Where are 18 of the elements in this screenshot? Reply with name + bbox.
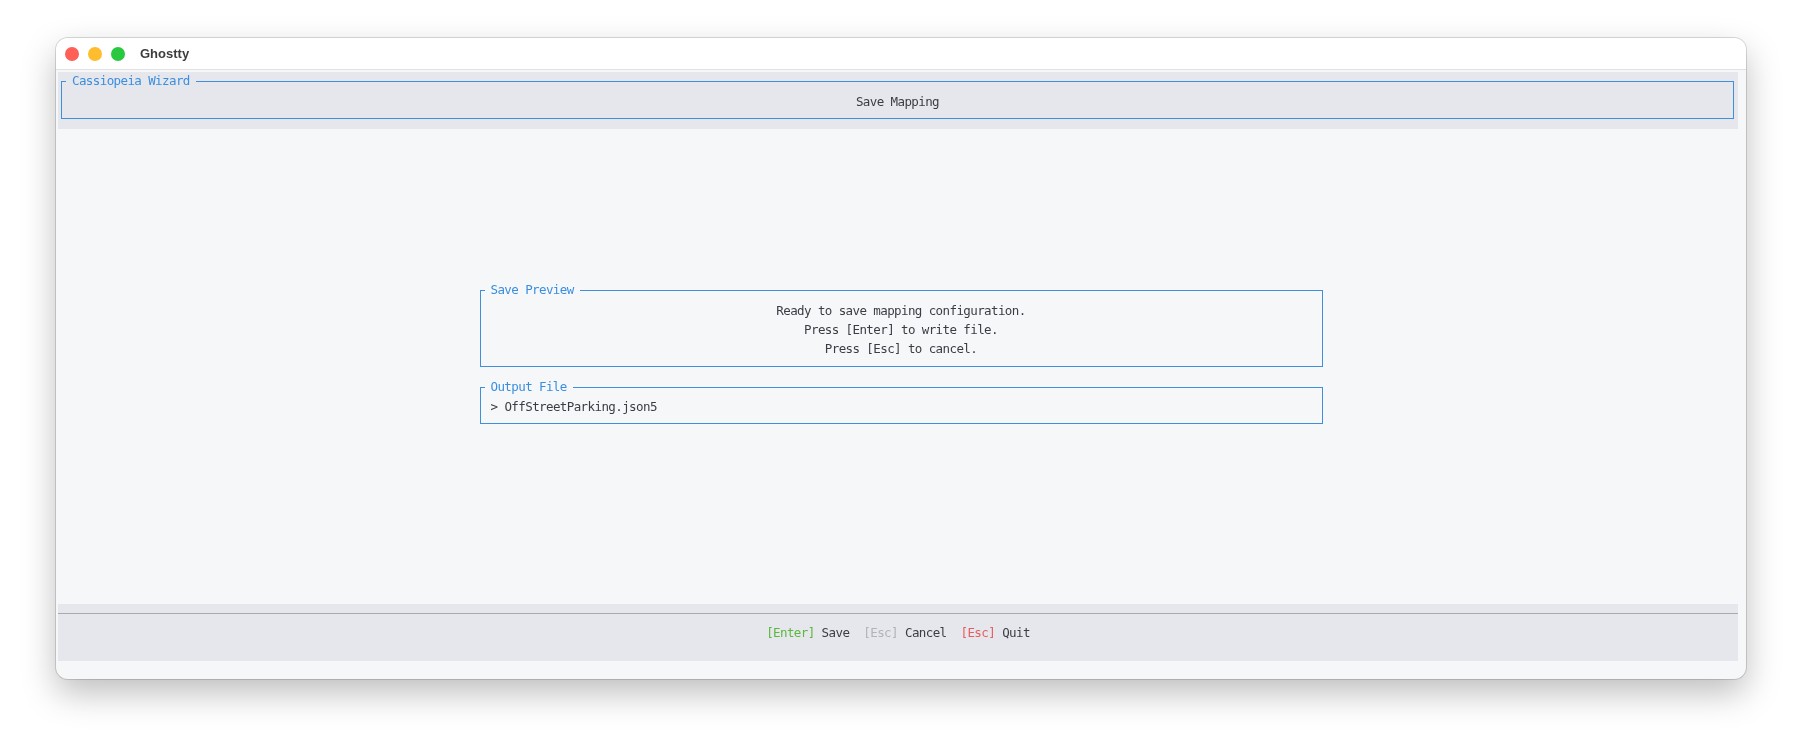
message-line: Press [Esc] to cancel. [823, 340, 979, 358]
message-line: Press [Enter] to write file. [803, 321, 999, 339]
screen-title: Save Mapping [854, 93, 941, 111]
panel-title: Output File [489, 378, 568, 396]
key-hint: [Esc] [960, 624, 996, 642]
key-hint: [Enter] [766, 624, 815, 642]
minimize-icon[interactable] [88, 46, 102, 61]
input-field[interactable]: > OffStreetParking.json5 [490, 397, 1312, 416]
hint-label: Quit [1002, 624, 1030, 642]
window-title: Ghostty [140, 46, 190, 61]
prompt-symbol: > [490, 399, 498, 414]
hint-label: Save [821, 624, 850, 642]
panel-title: Save Preview [489, 281, 576, 299]
app-title: Cassiopeia Wizard [71, 72, 191, 90]
close-icon[interactable] [65, 46, 79, 61]
maximize-icon[interactable] [111, 46, 125, 61]
hint-label: Cancel [904, 624, 947, 642]
message-line: Ready to save mapping configuration. [775, 302, 1027, 320]
